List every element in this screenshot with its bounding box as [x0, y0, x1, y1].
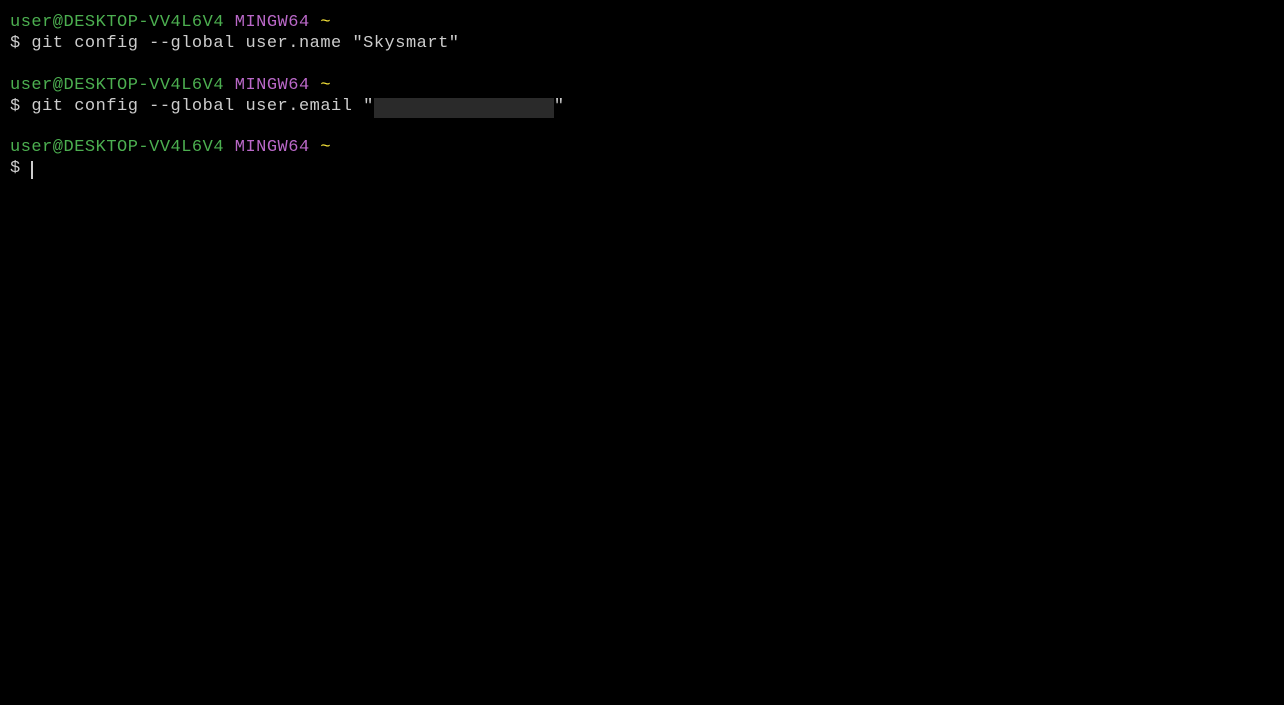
prompt-symbol: $	[10, 159, 21, 178]
command-block-3: user@DESKTOP-VV4L6V4 MINGW64 ~ $	[10, 137, 1274, 180]
prompt-env: MINGW64	[235, 76, 310, 95]
prompt-path: ~	[320, 13, 331, 32]
command-block-1: user@DESKTOP-VV4L6V4 MINGW64 ~ $ git con…	[10, 12, 1274, 55]
command-text-post: "	[554, 97, 565, 116]
command-line: $ git config --global user.email " "	[10, 96, 1274, 117]
prompt-line: user@DESKTOP-VV4L6V4 MINGW64 ~	[10, 137, 1274, 158]
prompt-user-host: user@DESKTOP-VV4L6V4	[10, 138, 224, 157]
cursor	[31, 161, 33, 179]
terminal-output[interactable]: user@DESKTOP-VV4L6V4 MINGW64 ~ $ git con…	[10, 12, 1274, 180]
prompt-path: ~	[320, 138, 331, 157]
redacted-email	[374, 98, 554, 118]
command-text: git config --global user.name "Skysmart"	[31, 34, 459, 53]
command-line: $ git config --global user.name "Skysmar…	[10, 33, 1274, 54]
prompt-line: user@DESKTOP-VV4L6V4 MINGW64 ~	[10, 12, 1274, 33]
command-text-pre: git config --global user.email "	[31, 97, 373, 116]
command-input-line[interactable]: $	[10, 158, 1274, 179]
prompt-line: user@DESKTOP-VV4L6V4 MINGW64 ~	[10, 75, 1274, 96]
prompt-env: MINGW64	[235, 138, 310, 157]
prompt-symbol: $	[10, 34, 21, 53]
prompt-env: MINGW64	[235, 13, 310, 32]
prompt-symbol: $	[10, 97, 21, 116]
command-block-2: user@DESKTOP-VV4L6V4 MINGW64 ~ $ git con…	[10, 75, 1274, 118]
prompt-user-host: user@DESKTOP-VV4L6V4	[10, 13, 224, 32]
prompt-user-host: user@DESKTOP-VV4L6V4	[10, 76, 224, 95]
prompt-path: ~	[320, 76, 331, 95]
